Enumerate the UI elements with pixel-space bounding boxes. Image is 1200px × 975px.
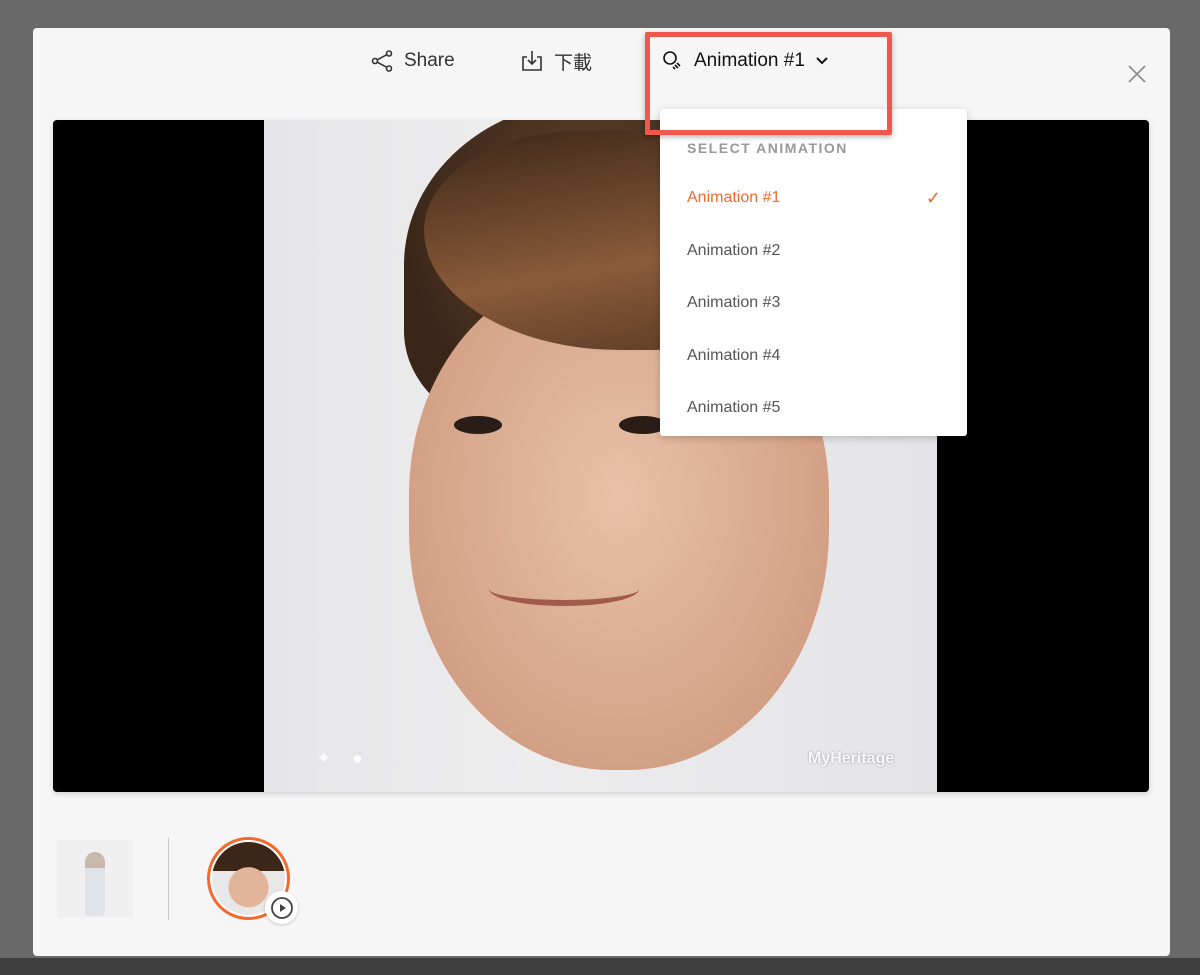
menu-item-label: Animation #1 [687, 189, 781, 206]
animation-select-label: Animation #1 [694, 50, 805, 71]
menu-item-label: Animation #5 [687, 399, 781, 416]
chevron-down-icon [816, 57, 828, 65]
animation-dropdown-menu: SELECT ANIMATION Animation #1 ✓ Animation… [660, 109, 967, 436]
play-icon [270, 896, 293, 919]
share-button[interactable]: Share [370, 46, 455, 76]
menu-item-animation-3[interactable]: Animation #3 [660, 280, 967, 326]
animation-icon [663, 51, 681, 70]
animated-photo-player[interactable]: ✦ ● MyHeritage [53, 120, 1149, 792]
thumbnail-divider [168, 838, 169, 920]
close-icon[interactable] [1126, 63, 1148, 85]
background-strip [0, 958, 1200, 975]
menu-item-animation-4[interactable]: Animation #4 [660, 333, 967, 379]
download-label: 下載 [554, 52, 593, 74]
menu-item-label: Animation #3 [687, 294, 781, 311]
menu-item-label: Animation #2 [687, 242, 781, 259]
download-button[interactable]: 下載 [520, 46, 592, 76]
menu-item-animation-5[interactable]: Animation #5 [660, 385, 967, 431]
share-label: Share [404, 50, 455, 71]
original-photo-thumbnail[interactable] [57, 840, 133, 918]
menu-item-animation-1[interactable]: Animation #1 ✓ [660, 175, 967, 221]
animation-badge-icon: ● [352, 748, 363, 768]
checkmark-icon: ✓ [925, 187, 941, 208]
menu-item-animation-2[interactable]: Animation #2 [660, 228, 967, 274]
share-icon [371, 50, 393, 72]
myheritage-watermark: MyHeritage [808, 750, 895, 767]
dropdown-header: SELECT ANIMATION [687, 140, 848, 156]
magic-wand-icon: ✦ [316, 748, 332, 768]
download-icon [522, 51, 542, 71]
play-button[interactable] [265, 891, 298, 924]
animation-select-button[interactable]: Animation #1 [662, 46, 829, 76]
menu-item-label: Animation #4 [687, 347, 781, 364]
